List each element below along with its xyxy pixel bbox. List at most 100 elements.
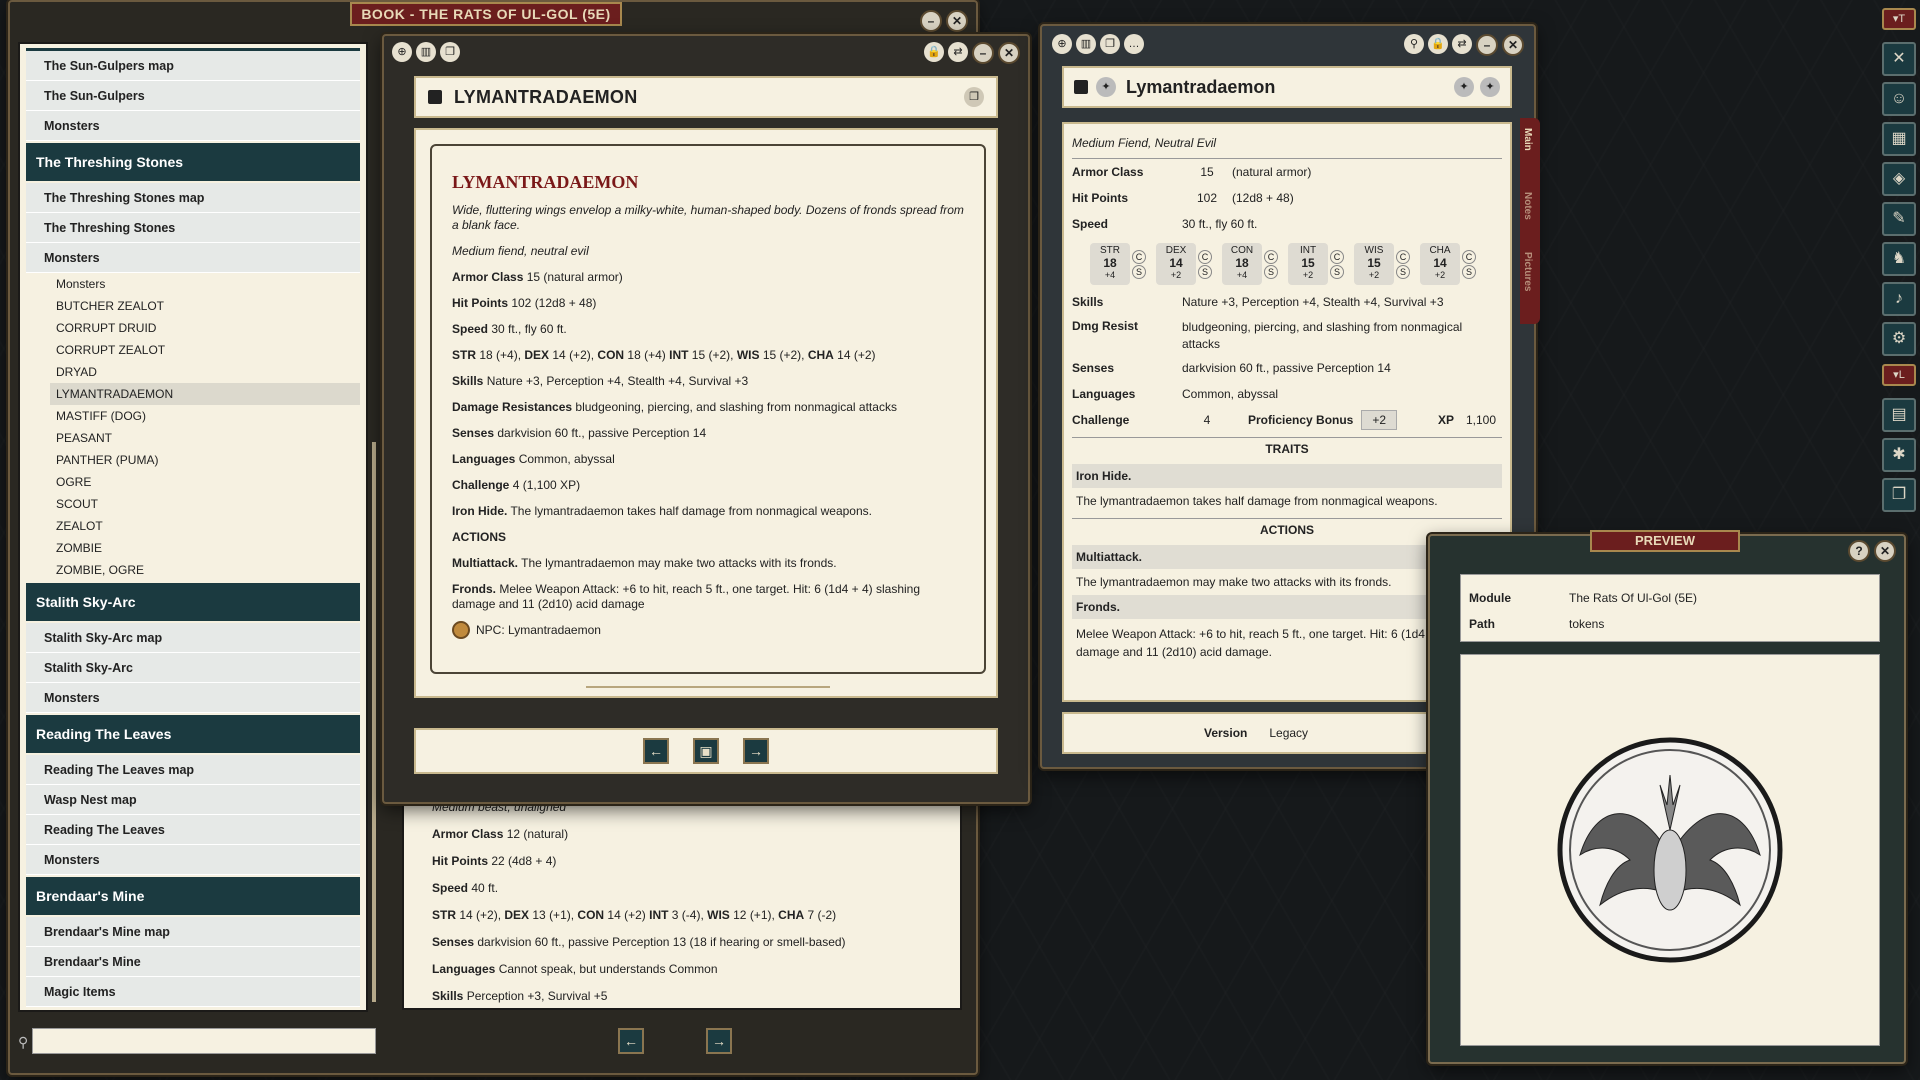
portrait-icon[interactable]: ✦ (1480, 77, 1500, 97)
toc-item[interactable]: Reading The Leaves (26, 815, 360, 845)
record-icon[interactable] (428, 90, 442, 104)
ability-box[interactable]: WIS 15 +2 (1354, 243, 1394, 285)
help-icon[interactable]: ? (1848, 540, 1870, 562)
save-button[interactable]: S (1132, 264, 1146, 279)
toc-monster-item[interactable]: DRYAD (50, 361, 360, 383)
lock-icon[interactable]: 🔒 (924, 42, 944, 62)
pages-icon[interactable]: ❐ (964, 87, 984, 107)
check-button[interactable]: C (1462, 249, 1476, 264)
version-value[interactable]: Legacy (1269, 726, 1308, 740)
check-button[interactable]: C (1264, 249, 1278, 264)
toc-item[interactable]: Brendaar's Mine map (26, 917, 360, 947)
close-icon[interactable]: ✕ (998, 42, 1020, 64)
toc-monster-item[interactable]: MASTIFF (DOG) (50, 405, 360, 427)
save-button[interactable]: S (1264, 264, 1278, 279)
ability-box[interactable]: STR 18 +4 (1090, 243, 1130, 285)
chat-icon[interactable]: … (1124, 34, 1144, 54)
token-icon[interactable]: ✦ (1096, 77, 1116, 97)
toc-item[interactable]: Wasp Nest map (26, 785, 360, 815)
tools-icon[interactable]: ✱ (1882, 438, 1916, 472)
toc-monster-item[interactable]: OGRE (50, 471, 360, 493)
toolbar-collapse-button[interactable]: ▾T (1882, 8, 1916, 30)
toc-monster-item[interactable]: CORRUPT DRUID (50, 317, 360, 339)
ability-box[interactable]: CON 18 +4 (1222, 243, 1262, 285)
toc-item[interactable]: Magic Items (26, 977, 360, 1007)
calendar-icon[interactable]: ▦ (1882, 122, 1916, 156)
toc-item[interactable]: The Sun-Gulpers map (26, 51, 360, 81)
toc-item[interactable]: Stalith Sky-Arc map (26, 623, 360, 653)
toc-search-input[interactable] (32, 1028, 376, 1054)
library-collapse-button[interactable]: ▾L (1882, 364, 1916, 386)
toc-section-header[interactable]: Brendaar's Mine (26, 877, 360, 915)
book-icon[interactable]: ▥ (1076, 34, 1096, 54)
toc-item[interactable]: Monsters (26, 683, 360, 713)
check-button[interactable]: C (1396, 249, 1410, 264)
link-icon[interactable]: ⊕ (1052, 34, 1072, 54)
ability-box[interactable]: CHA 14 +2 (1420, 243, 1460, 285)
toc-monster-item[interactable]: PANTHER (PUMA) (50, 449, 360, 471)
minimize-icon[interactable]: – (1476, 34, 1498, 56)
close-icon[interactable]: ✕ (946, 10, 968, 32)
toc-monster-item[interactable]: Monsters (50, 273, 360, 295)
share-icon[interactable]: ⇄ (948, 42, 968, 62)
save-button[interactable]: S (1198, 264, 1212, 279)
music-icon[interactable]: ♪ (1882, 282, 1916, 316)
next-page-button[interactable]: → (743, 738, 769, 764)
toc-monster-item[interactable]: ZEALOT (50, 515, 360, 537)
ability-box[interactable]: DEX 14 +2 (1156, 243, 1196, 285)
next-page-button[interactable]: → (706, 1028, 732, 1054)
toc-item[interactable]: Monsters (26, 845, 360, 875)
close-icon[interactable]: ✕ (1502, 34, 1524, 56)
toc-section-header[interactable]: Stalith Sky-Arc (26, 583, 360, 621)
prev-page-button[interactable]: ← (618, 1028, 644, 1054)
copy-icon[interactable]: ❐ (440, 42, 460, 62)
toc-monster-item[interactable]: CORRUPT ZEALOT (50, 339, 360, 361)
layers-icon[interactable]: ❐ (1882, 478, 1916, 512)
toc-monster-item[interactable]: ZOMBIE, OGRE (50, 559, 360, 581)
toc-item[interactable]: Monsters (26, 111, 360, 141)
save-button[interactable]: S (1462, 264, 1476, 279)
book-icon[interactable]: ▥ (416, 42, 436, 62)
folder-icon[interactable]: ▤ (1882, 398, 1916, 432)
share-icon[interactable]: ⇄ (1452, 34, 1472, 54)
toc-section-header[interactable]: Reading The Leaves (26, 715, 360, 753)
save-button[interactable]: S (1330, 264, 1344, 279)
record-icon[interactable] (1074, 80, 1088, 94)
ability-box[interactable]: INT 15 +2 (1288, 243, 1328, 285)
minimize-icon[interactable]: – (972, 42, 994, 64)
toc-monster-item[interactable]: BUTCHER ZEALOT (50, 295, 360, 317)
toc-monster-item[interactable]: ZOMBIE (50, 537, 360, 559)
toc-section-header[interactable]: The Threshing Stones (26, 143, 360, 181)
toc-monster-item[interactable]: PEASANT (50, 427, 360, 449)
npc-link[interactable]: NPC: Lymantradaemon (452, 621, 964, 639)
combat-icon[interactable]: ✕ (1882, 42, 1916, 76)
minimize-icon[interactable]: – (920, 10, 942, 32)
save-button[interactable]: S (1396, 264, 1410, 279)
party-icon[interactable]: ☺ (1882, 82, 1916, 116)
tab-notes[interactable]: Notes (1522, 192, 1533, 220)
toc-item[interactable]: The Sun-Gulpers (26, 81, 360, 111)
check-button[interactable]: C (1198, 249, 1212, 264)
copy-icon[interactable]: ❐ (1100, 34, 1120, 54)
toc-item[interactable]: Reading The Leaves map (26, 755, 360, 785)
toc-scrollbar[interactable] (372, 442, 376, 1002)
index-button[interactable]: ▣ (693, 738, 719, 764)
settings-icon[interactable]: ⚙ (1882, 322, 1916, 356)
prev-page-button[interactable]: ← (643, 738, 669, 764)
toc-monster-item[interactable]: SCOUT (50, 493, 360, 515)
toc-item[interactable]: Monsters (26, 243, 360, 273)
toc-item[interactable]: The Threshing Stones map (26, 183, 360, 213)
tab-pictures[interactable]: Pictures (1522, 252, 1533, 291)
check-button[interactable]: C (1330, 249, 1344, 264)
tab-main[interactable]: Main (1522, 128, 1533, 151)
proficiency-bonus-field[interactable]: +2 (1361, 410, 1398, 430)
maps-icon[interactable]: ◈ (1882, 162, 1916, 196)
link-icon[interactable]: ⊕ (392, 42, 412, 62)
npc-icon[interactable]: ♞ (1882, 242, 1916, 276)
toc-monster-item[interactable]: LYMANTRADAEMON (50, 383, 360, 405)
toc-item[interactable]: Stalith Sky-Arc (26, 653, 360, 683)
search-icon[interactable]: ⚲ (1404, 34, 1424, 54)
lock-icon[interactable]: 🔒 (1428, 34, 1448, 54)
check-button[interactable]: C (1132, 249, 1146, 264)
toc-item[interactable]: Brendaar's Mine (26, 947, 360, 977)
